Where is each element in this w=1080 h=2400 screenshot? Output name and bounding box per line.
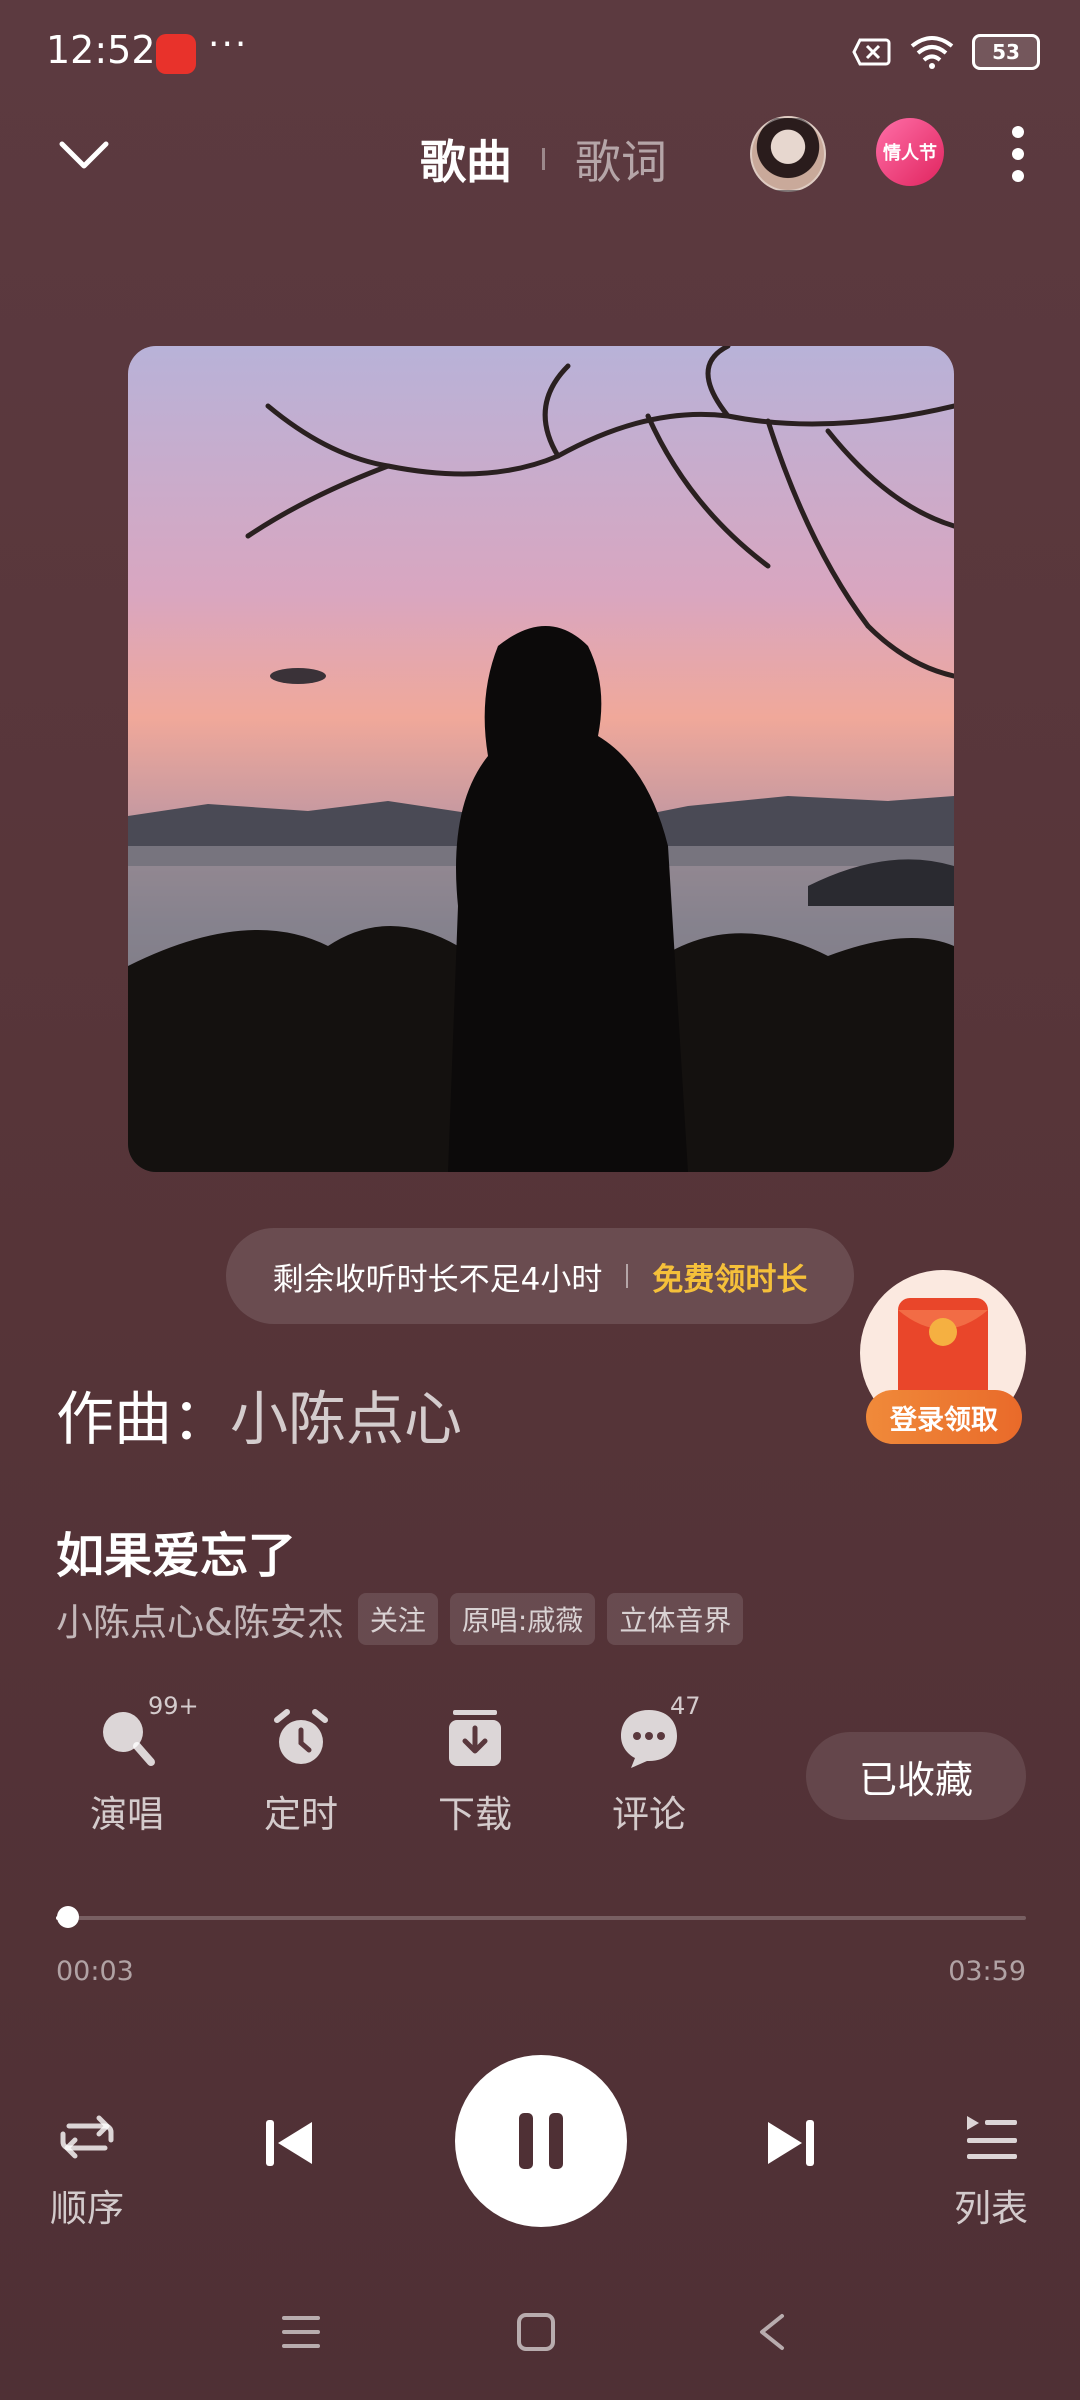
promo-divider (626, 1264, 629, 1288)
total-time: 03:59 (948, 1956, 1026, 1987)
album-cover-image (128, 346, 954, 1172)
pause-icon (519, 2113, 563, 2169)
album-cover (128, 346, 954, 1172)
progress-knob[interactable] (57, 1906, 80, 1928)
collapse-chevron-down-icon[interactable] (58, 138, 110, 172)
get-free-time-link[interactable]: 免费领时长 (652, 1254, 807, 1299)
play-mode-button[interactable]: 顺序 (50, 2110, 124, 2232)
song-title: 如果爱忘了 (56, 1528, 297, 1584)
tab-song[interactable]: 歌曲 (420, 126, 512, 192)
artist-avatar[interactable] (750, 116, 826, 192)
comment-label: 评论 (612, 1793, 686, 1836)
battery-icon: 53 (972, 34, 1040, 70)
playlist-label: 列表 (954, 2187, 1028, 2230)
more-options-icon[interactable] (1010, 124, 1026, 184)
playlist-button[interactable]: 列表 (954, 2110, 1028, 2232)
login-claim-button[interactable]: 登录领取 (866, 1390, 1022, 1444)
wifi-icon (910, 36, 954, 69)
timer-action[interactable]: 定时 (214, 1706, 388, 1838)
repeat-icon (60, 2115, 114, 2159)
comment-count: 47 (670, 1692, 701, 1720)
app-notification-icon (156, 34, 196, 74)
next-track-icon[interactable] (764, 2116, 818, 2170)
download-label: 下载 (438, 1793, 512, 1836)
download-action[interactable]: 下载 (388, 1706, 562, 1838)
status-icons: 53 (852, 34, 1040, 70)
stereo-tag[interactable]: 立体音界 (607, 1593, 744, 1645)
more-notifications-indicator: ··· (208, 24, 249, 65)
current-time: 00:03 (56, 1956, 134, 1987)
artist-name[interactable]: 小陈点心&陈安杰 (56, 1592, 344, 1646)
header-tabs: 歌曲 歌词 (420, 126, 667, 192)
comment-action[interactable]: 47 评论 (562, 1692, 736, 1838)
alarm-clock-icon (274, 1709, 328, 1764)
pause-button[interactable] (455, 2055, 627, 2227)
sing-count: 99+ (148, 1692, 199, 1720)
promo-text: 剩余收听时长不足4小时 (272, 1261, 603, 1298)
sim-error-icon (852, 38, 891, 66)
home-nav-icon[interactable] (516, 2312, 556, 2352)
previous-track-icon[interactable] (262, 2116, 316, 2170)
download-icon (449, 1710, 501, 1766)
timer-label: 定时 (264, 1793, 338, 1836)
back-nav-icon[interactable] (756, 2312, 786, 2352)
collected-button[interactable]: 已收藏 (806, 1732, 1026, 1820)
sing-action[interactable]: 99+ 演唱 (40, 1692, 214, 1838)
valentine-event-badge[interactable]: 情人节 (876, 118, 944, 186)
artist-row: 小陈点心&陈安杰 关注 原唱:戚薇 立体音界 (56, 1592, 744, 1646)
sing-label: 演唱 (90, 1793, 164, 1836)
composer-name: 小陈点心 (230, 1385, 463, 1453)
tab-divider (542, 148, 545, 170)
original-singer-tag[interactable]: 原唱:戚薇 (449, 1593, 596, 1645)
listening-time-banner[interactable]: 剩余收听时长不足4小时 免费领时长 (226, 1228, 854, 1324)
play-mode-label: 顺序 (50, 2187, 124, 2230)
playlist-icon (967, 2116, 1017, 2159)
composer-line: 作曲：小陈点心 (56, 1372, 462, 1456)
follow-tag[interactable]: 关注 (357, 1593, 438, 1645)
action-row: 99+ 演唱 定时 下载 47 评论 (40, 1692, 736, 1838)
menu-nav-icon[interactable] (280, 2312, 322, 2352)
composer-label: 作曲： (56, 1385, 231, 1453)
progress-track[interactable] (56, 1916, 1026, 1920)
status-time: 12:52 (46, 28, 156, 72)
tab-lyrics[interactable]: 歌词 (575, 126, 667, 192)
